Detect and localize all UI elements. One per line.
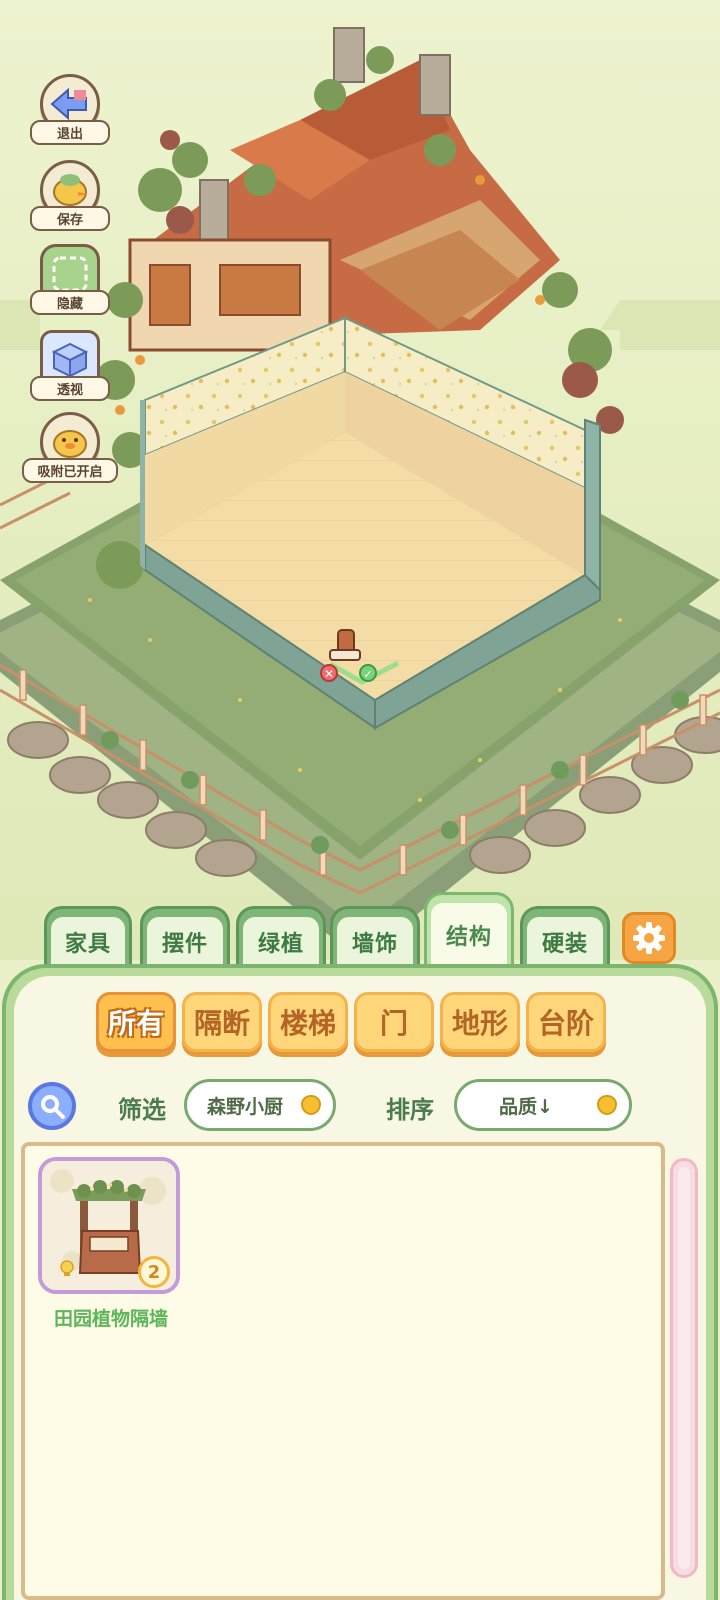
filter-label: 筛选 bbox=[118, 1096, 166, 1124]
tab-wall-decor[interactable]: 墙饰 bbox=[330, 906, 420, 966]
perspective-button[interactable]: 透视 bbox=[30, 330, 110, 406]
sort-dropdown[interactable]: 品质↓ bbox=[454, 1079, 632, 1131]
subtab-door[interactable]: 门 bbox=[354, 992, 434, 1052]
search-icon bbox=[41, 1095, 65, 1119]
svg-text:✕: ✕ bbox=[324, 667, 334, 681]
tab-furniture-label: 家具 bbox=[51, 917, 125, 966]
save-label: 保存 bbox=[30, 206, 110, 231]
tab-furniture[interactable]: 家具 bbox=[44, 906, 132, 966]
search-button[interactable] bbox=[28, 1082, 76, 1130]
subtab-stairs[interactable]: 楼梯 bbox=[268, 992, 348, 1052]
filter-dropdown[interactable]: 森野小厨 bbox=[184, 1079, 336, 1131]
hide-label: 隐藏 bbox=[30, 290, 110, 315]
hide-button[interactable]: 隐藏 bbox=[30, 244, 110, 320]
sort-label: 排序 bbox=[386, 1096, 434, 1124]
filter-dropdown-icon bbox=[301, 1095, 321, 1115]
sort-dropdown-icon bbox=[597, 1095, 617, 1115]
tab-hard-decor-label: 硬装 bbox=[527, 917, 603, 966]
snap-toggle-button[interactable]: 吸附已开启 bbox=[22, 412, 118, 488]
gear-icon bbox=[633, 922, 665, 954]
perspective-label: 透视 bbox=[30, 376, 110, 401]
tab-hard-decor[interactable]: 硬装 bbox=[520, 906, 610, 966]
tab-ornaments[interactable]: 摆件 bbox=[140, 906, 230, 966]
tab-plants-label: 绿植 bbox=[243, 917, 319, 966]
subtab-steps[interactable]: 台阶 bbox=[526, 992, 606, 1052]
save-button[interactable]: 保存 bbox=[30, 160, 110, 236]
svg-text:✓: ✓ bbox=[363, 668, 372, 681]
tab-ornaments-label: 摆件 bbox=[147, 917, 223, 966]
sort-value: 品质↓ bbox=[499, 1095, 553, 1118]
cottage-roof bbox=[128, 27, 560, 352]
settings-button[interactable] bbox=[622, 912, 676, 964]
tab-structure[interactable]: 结构 bbox=[424, 892, 514, 966]
tab-structure-label: 结构 bbox=[431, 903, 507, 966]
item-count-badge: 2 bbox=[138, 1256, 170, 1288]
filter-value: 森野小厨 bbox=[207, 1095, 284, 1118]
tab-wall-decor-label: 墙饰 bbox=[337, 917, 413, 966]
lightbulb-icon bbox=[60, 1260, 74, 1276]
subtab-partition[interactable]: 隔断 bbox=[182, 992, 262, 1052]
subtab-terrain[interactable]: 地形 bbox=[440, 992, 520, 1052]
exit-button[interactable]: 退出 bbox=[30, 74, 110, 150]
exit-label: 退出 bbox=[30, 120, 110, 145]
snap-label: 吸附已开启 bbox=[22, 458, 118, 483]
item-grid-scrollbar[interactable] bbox=[670, 1158, 698, 1578]
item-name: 田园植物隔墙 bbox=[53, 1308, 168, 1330]
sub-tab-bar: 所有 隔断 楼梯 门 地形 台阶 bbox=[96, 992, 612, 1060]
tab-plants[interactable]: 绿植 bbox=[236, 906, 326, 966]
subtab-all[interactable]: 所有 bbox=[96, 992, 176, 1052]
